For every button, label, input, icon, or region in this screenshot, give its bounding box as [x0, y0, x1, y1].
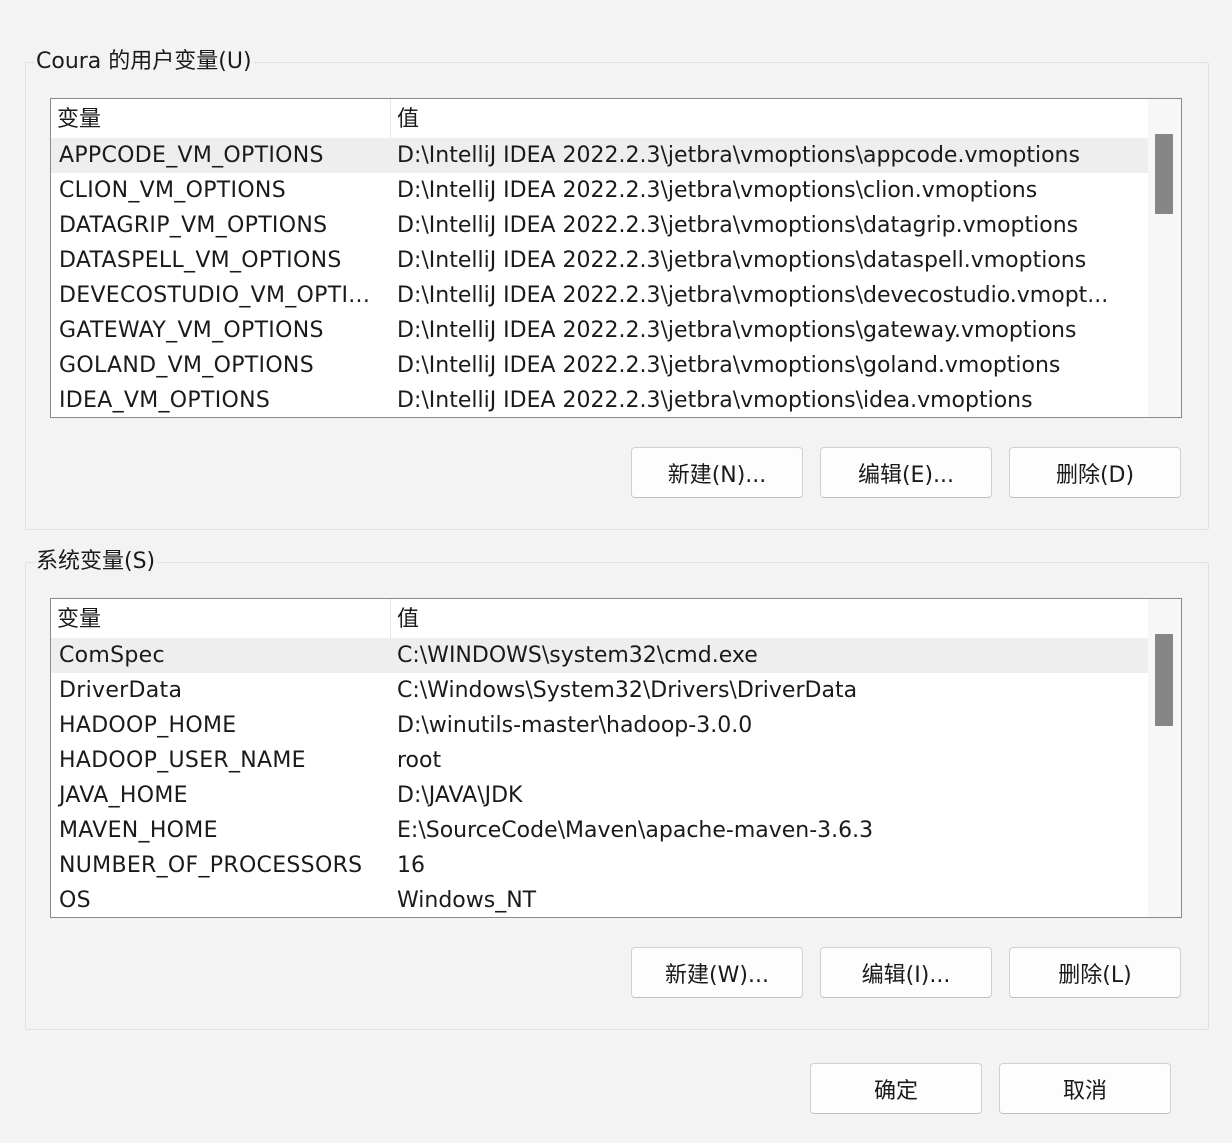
- table-row[interactable]: NUMBER_OF_PROCESSORS 16: [51, 848, 1148, 883]
- list-header: 变量 值: [51, 599, 1148, 638]
- table-row[interactable]: DriverData C:\Windows\System32\Drivers\D…: [51, 673, 1148, 708]
- column-header-variable[interactable]: 变量: [51, 99, 391, 138]
- variable-value: D:\IntelliJ IDEA 2022.2.3\jetbra\vmoptio…: [397, 283, 1109, 308]
- user-new-button[interactable]: 新建(N)...: [631, 447, 803, 498]
- system-variables-scrollbar[interactable]: [1148, 599, 1181, 917]
- user-variables-group: Coura 的用户变量(U) 变量 值 APPCODE_VM_OPTIONS D…: [25, 48, 1209, 530]
- variable-name: DATAGRIP_VM_OPTIONS: [59, 213, 328, 238]
- system-variables-rows: ComSpec C:\WINDOWS\system32\cmd.exe Driv…: [51, 638, 1148, 917]
- variable-value: root: [397, 748, 442, 773]
- column-header-value[interactable]: 值: [391, 599, 1148, 638]
- variable-value: D:\IntelliJ IDEA 2022.2.3\jetbra\vmoptio…: [397, 353, 1061, 378]
- variable-name: NUMBER_OF_PROCESSORS: [59, 853, 363, 878]
- table-row[interactable]: GOLAND_VM_OPTIONS D:\IntelliJ IDEA 2022.…: [51, 348, 1148, 383]
- variable-value: D:\IntelliJ IDEA 2022.2.3\jetbra\vmoptio…: [397, 388, 1033, 413]
- scrollbar-thumb[interactable]: [1155, 634, 1173, 726]
- table-row[interactable]: GATEWAY_VM_OPTIONS D:\IntelliJ IDEA 2022…: [51, 313, 1148, 348]
- variable-value: D:\IntelliJ IDEA 2022.2.3\jetbra\vmoptio…: [397, 248, 1087, 273]
- variable-value: D:\IntelliJ IDEA 2022.2.3\jetbra\vmoptio…: [397, 178, 1038, 203]
- variable-name: HADOOP_USER_NAME: [59, 748, 306, 773]
- variable-name: GOLAND_VM_OPTIONS: [59, 353, 314, 378]
- table-row[interactable]: HADOOP_USER_NAME root: [51, 743, 1148, 778]
- variable-name: IDEA_VM_OPTIONS: [59, 388, 271, 413]
- table-row[interactable]: JAVA_HOME D:\JAVA\JDK: [51, 778, 1148, 813]
- table-row[interactable]: ComSpec C:\WINDOWS\system32\cmd.exe: [51, 638, 1148, 673]
- variable-name: DEVECOSTUDIO_VM_OPTI...: [59, 283, 371, 308]
- variable-value: E:\SourceCode\Maven\apache-maven-3.6.3: [397, 818, 874, 843]
- user-variables-scrollbar[interactable]: [1148, 99, 1181, 417]
- variable-value: 16: [397, 853, 425, 878]
- scrollbar-thumb[interactable]: [1155, 134, 1173, 214]
- variable-name: OS: [59, 888, 91, 913]
- variable-name: MAVEN_HOME: [59, 818, 218, 843]
- variable-name: HADOOP_HOME: [59, 713, 237, 738]
- cancel-button[interactable]: 取消: [999, 1063, 1171, 1114]
- system-variables-title: 系统变量(S): [34, 548, 158, 576]
- variable-value: D:\JAVA\JDK: [397, 783, 523, 808]
- table-row[interactable]: OS Windows_NT: [51, 883, 1148, 917]
- user-edit-button[interactable]: 编辑(E)...: [820, 447, 992, 498]
- variable-name: ComSpec: [59, 643, 165, 668]
- user-variables-list[interactable]: 变量 值 APPCODE_VM_OPTIONS D:\IntelliJ IDEA…: [50, 98, 1182, 418]
- variable-name: CLION_VM_OPTIONS: [59, 178, 286, 203]
- variable-name: APPCODE_VM_OPTIONS: [59, 143, 324, 168]
- system-new-button[interactable]: 新建(W)...: [631, 947, 803, 998]
- table-row[interactable]: DEVECOSTUDIO_VM_OPTI... D:\IntelliJ IDEA…: [51, 278, 1148, 313]
- variable-value: D:\IntelliJ IDEA 2022.2.3\jetbra\vmoptio…: [397, 143, 1080, 168]
- variable-name: DriverData: [59, 678, 183, 703]
- table-row[interactable]: IDEA_VM_OPTIONS D:\IntelliJ IDEA 2022.2.…: [51, 383, 1148, 417]
- column-header-variable[interactable]: 变量: [51, 599, 391, 638]
- table-row[interactable]: MAVEN_HOME E:\SourceCode\Maven\apache-ma…: [51, 813, 1148, 848]
- user-delete-button[interactable]: 删除(D): [1009, 447, 1181, 498]
- user-variables-rows: APPCODE_VM_OPTIONS D:\IntelliJ IDEA 2022…: [51, 138, 1148, 417]
- table-row[interactable]: HADOOP_HOME D:\winutils-master\hadoop-3.…: [51, 708, 1148, 743]
- variable-value: D:\IntelliJ IDEA 2022.2.3\jetbra\vmoptio…: [397, 318, 1077, 343]
- user-variables-title: Coura 的用户变量(U): [34, 48, 254, 76]
- variable-name: GATEWAY_VM_OPTIONS: [59, 318, 324, 343]
- system-edit-button[interactable]: 编辑(I)...: [820, 947, 992, 998]
- system-variables-group: 系统变量(S) 变量 值 ComSpec C:\WINDOWS\system32…: [25, 548, 1209, 1030]
- system-variables-list[interactable]: 变量 值 ComSpec C:\WINDOWS\system32\cmd.exe…: [50, 598, 1182, 918]
- table-row[interactable]: APPCODE_VM_OPTIONS D:\IntelliJ IDEA 2022…: [51, 138, 1148, 173]
- variable-value: D:\IntelliJ IDEA 2022.2.3\jetbra\vmoptio…: [397, 213, 1079, 238]
- list-header: 变量 值: [51, 99, 1148, 138]
- table-row[interactable]: DATASPELL_VM_OPTIONS D:\IntelliJ IDEA 20…: [51, 243, 1148, 278]
- variable-name: JAVA_HOME: [59, 783, 188, 808]
- column-header-value[interactable]: 值: [391, 99, 1148, 138]
- system-delete-button[interactable]: 删除(L): [1009, 947, 1181, 998]
- variable-value: C:\Windows\System32\Drivers\DriverData: [397, 678, 858, 703]
- table-row[interactable]: DATAGRIP_VM_OPTIONS D:\IntelliJ IDEA 202…: [51, 208, 1148, 243]
- ok-button[interactable]: 确定: [810, 1063, 982, 1114]
- variable-value: Windows_NT: [397, 888, 537, 913]
- variable-name: DATASPELL_VM_OPTIONS: [59, 248, 342, 273]
- variable-value: C:\WINDOWS\system32\cmd.exe: [397, 643, 758, 668]
- table-row[interactable]: CLION_VM_OPTIONS D:\IntelliJ IDEA 2022.2…: [51, 173, 1148, 208]
- variable-value: D:\winutils-master\hadoop-3.0.0: [397, 713, 753, 738]
